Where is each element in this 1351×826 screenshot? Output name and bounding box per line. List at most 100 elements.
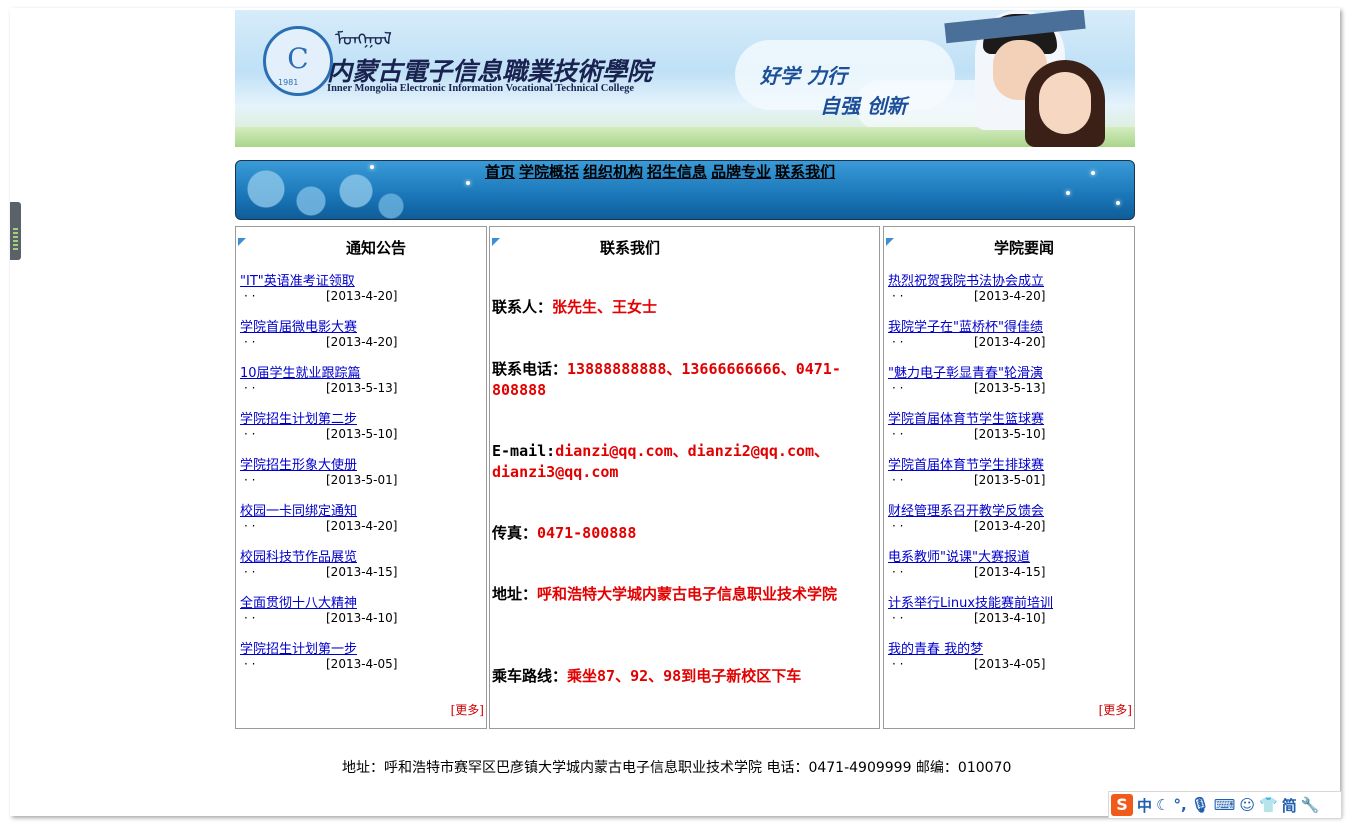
list-item-link[interactable]: 学院首届体育节学生排球赛 — [888, 458, 1128, 473]
list-item-link[interactable]: 我的青春 我的梦 — [888, 642, 1128, 657]
list-item-date: [2013-5-01] — [326, 473, 398, 487]
list-item-date: [2013-4-10] — [326, 611, 398, 625]
list-item-date: [2013-4-15] — [974, 565, 1046, 579]
corner-triangle-icon — [492, 238, 500, 246]
microphone-icon[interactable]: 🎙 — [1191, 796, 1210, 814]
notices-panel: 通知公告 "IT"英语准考证领取 · · [2013-4-20] 学院首届微电影大赛 ·… — [235, 226, 487, 729]
list-item-link[interactable]: 校园科技节作品展览 — [240, 550, 480, 565]
list-item-link[interactable]: 热烈祝贺我院书法协会成立 — [888, 274, 1128, 289]
nav-contact[interactable]: 联系我们 — [775, 163, 835, 181]
list-item-link[interactable]: 10届学生就业跟踪篇 — [240, 366, 480, 381]
list-item-link[interactable]: 计系举行Linux技能赛前培训 — [888, 596, 1128, 611]
list-item-link[interactable]: 我院学子在"蓝桥杯"得佳绩 — [888, 320, 1128, 335]
wrench-icon[interactable]: 🔧 — [1301, 796, 1320, 814]
list-item: 校园一卡同绑定通知 · · [2013-4-20] — [240, 504, 480, 550]
bullet-dots-icon: · · — [244, 657, 256, 671]
list-item-link[interactable]: 学院招生计划第一步 — [240, 642, 480, 657]
side-panel-handle[interactable] — [10, 202, 21, 260]
list-item: 学院首届微电影大赛 · · [2013-4-20] — [240, 320, 480, 366]
list-item: 学院首届体育节学生篮球赛 · · [2013-5-10] — [888, 412, 1128, 458]
list-item-link[interactable]: 学院首届体育节学生篮球赛 — [888, 412, 1128, 427]
list-item: 10届学生就业跟踪篇 · · [2013-5-13] — [240, 366, 480, 412]
skin-shirt-icon[interactable]: 👕 — [1259, 796, 1278, 814]
list-item-link[interactable]: 学院招生形象大使册 — [240, 458, 480, 473]
bullet-dots-icon: · · — [892, 427, 904, 441]
list-item-link[interactable]: 校园一卡同绑定通知 — [240, 504, 480, 519]
contact-panel: 联系我们 联系人：张先生、王女士 联系电话：13888888888、136666… — [489, 226, 880, 729]
list-item-meta: · · [2013-5-10] — [888, 427, 1128, 442]
bullet-dots-icon: · · — [892, 473, 904, 487]
nav-home[interactable]: 首页 — [485, 163, 515, 181]
list-item: "魅力电子彰显青春"轮滑演 · · [2013-5-13] — [888, 366, 1128, 412]
header-banner: C 1981 ᠮᠣᠩᠭᠣᠯ 内蒙古電子信息職業技術學院 Inner Mongol… — [235, 10, 1135, 147]
bullet-dots-icon: · · — [244, 427, 256, 441]
news-list: 热烈祝贺我院书法协会成立 · · [2013-4-20] 我院学子在"蓝桥杯"得佳绩 ·… — [888, 274, 1128, 688]
slogan-2: 自强 创新 — [820, 94, 907, 118]
user-icon[interactable]: ☺ — [1239, 796, 1255, 814]
slogan-1: 好学 力行 — [760, 64, 847, 88]
contact-route-label: 乘车路线： — [492, 667, 568, 685]
contact-route-value: 乘坐87、92、98到电子新校区下车 — [567, 667, 802, 685]
bullet-dots-icon: · · — [244, 565, 256, 579]
moon-icon[interactable]: ☾ — [1156, 796, 1169, 814]
bullet-dots-icon: · · — [244, 381, 256, 395]
nav-about[interactable]: 学院概括 — [519, 163, 579, 181]
list-item-date: [2013-4-10] — [974, 611, 1046, 625]
contact-person-value: 张先生、王女士 — [552, 298, 658, 316]
list-item-link[interactable]: "魅力电子彰显青春"轮滑演 — [888, 366, 1128, 381]
star-decoration — [1066, 191, 1070, 195]
bullet-dots-icon: · · — [244, 611, 256, 625]
list-item-link[interactable]: "IT"英语准考证领取 — [240, 274, 480, 289]
list-item-date: [2013-4-15] — [326, 565, 398, 579]
bullet-dots-icon: · · — [244, 289, 256, 303]
news-more-link[interactable]: [更多] — [1099, 701, 1132, 718]
list-item-date: [2013-4-05] — [974, 657, 1046, 671]
nav-admissions[interactable]: 招生信息 — [647, 163, 707, 181]
list-item-date: [2013-4-20] — [326, 335, 398, 349]
nav-majors[interactable]: 品牌专业 — [711, 163, 771, 181]
news-panel: 学院要闻 热烈祝贺我院书法协会成立 · · [2013-4-20] 我院学子在"蓝桥杯… — [883, 226, 1135, 729]
list-item-link[interactable]: 全面贯彻十八大精神 — [240, 596, 480, 611]
list-item-date: [2013-4-20] — [974, 519, 1046, 533]
list-item-meta: · · [2013-4-05] — [240, 657, 480, 672]
list-item: 学院招生计划第二步 · · [2013-5-10] — [240, 412, 480, 458]
contact-fax-value: 0471-800888 — [537, 524, 637, 542]
bullet-dots-icon: · · — [892, 519, 904, 533]
list-item-date: [2013-5-10] — [326, 427, 398, 441]
simplified-toggle[interactable]: 简 — [1282, 795, 1297, 816]
list-item-link[interactable]: 学院首届微电影大赛 — [240, 320, 480, 335]
star-decoration — [466, 181, 470, 185]
contact-email-label: E-mail: — [492, 442, 556, 460]
nav-organization[interactable]: 组织机构 — [583, 163, 643, 181]
list-item-link[interactable]: 电系教师"说课"大赛报道 — [888, 550, 1128, 565]
star-decoration — [1116, 201, 1120, 205]
contact-person-label: 联系人： — [492, 298, 553, 316]
list-item-meta: · · [2013-5-01] — [888, 473, 1128, 488]
list-item-meta: · · [2013-4-20] — [888, 519, 1128, 534]
list-item-date: [2013-5-13] — [974, 381, 1046, 395]
list-item: 热烈祝贺我院书法协会成立 · · [2013-4-20] — [888, 274, 1128, 320]
contact-address-value: 呼和浩特大学城内蒙古电子信息职业技术学院 — [537, 585, 838, 603]
list-item-date: [2013-4-20] — [326, 519, 398, 533]
students-photo — [925, 10, 1135, 147]
contact-fax: 传真：0471-800888 — [492, 523, 872, 544]
list-item: 学院招生计划第一步 · · [2013-4-05] — [240, 642, 480, 688]
list-item-meta: · · [2013-4-20] — [888, 335, 1128, 350]
star-decoration — [370, 165, 374, 169]
keyboard-icon[interactable]: ⌨ — [1214, 796, 1236, 814]
list-item-meta: · · [2013-4-20] — [240, 519, 480, 534]
list-item-meta: · · [2013-4-15] — [888, 565, 1128, 580]
sogou-logo-icon[interactable]: S — [1111, 794, 1133, 816]
list-item-meta: · · [2013-5-13] — [888, 381, 1128, 396]
list-item-link[interactable]: 学院招生计划第二步 — [240, 412, 480, 427]
notices-title: 通知公告 — [346, 239, 407, 257]
contact-email: E-mail:dianzi@qq.com、dianzi2@qq.com、dian… — [492, 441, 872, 483]
language-toggle[interactable]: 中 — [1137, 795, 1152, 816]
notices-more-link[interactable]: [更多] — [451, 701, 484, 718]
contact-address-label: 地址： — [492, 585, 538, 603]
list-item-date: [2013-5-13] — [326, 381, 398, 395]
punctuation-icon[interactable]: °, — [1173, 796, 1186, 814]
bullet-dots-icon: · · — [892, 381, 904, 395]
list-item: "IT"英语准考证领取 · · [2013-4-20] — [240, 274, 480, 320]
list-item-link[interactable]: 财经管理系召开教学反馈会 — [888, 504, 1128, 519]
